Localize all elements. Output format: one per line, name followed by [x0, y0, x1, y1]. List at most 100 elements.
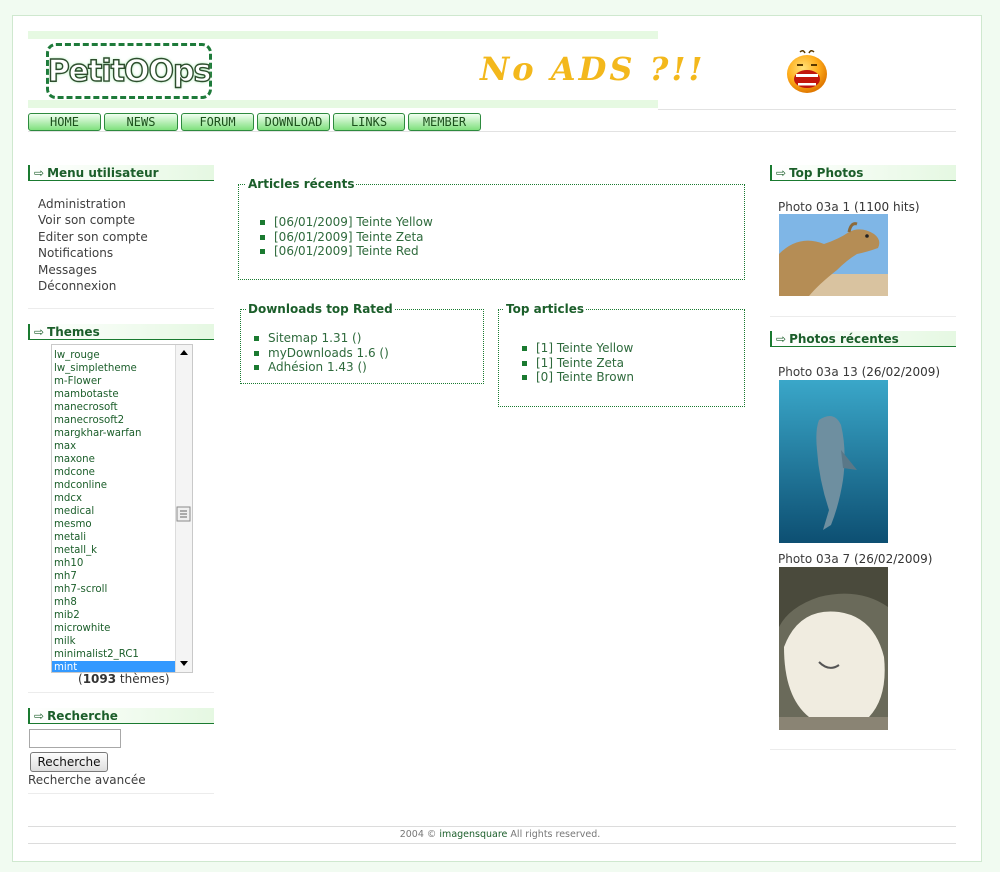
theme-option[interactable]: mdconline [52, 479, 192, 492]
theme-option[interactable]: max [52, 440, 192, 453]
themes-scrollbar[interactable] [175, 345, 192, 672]
polar-bear-photo[interactable] [779, 567, 888, 730]
search-input[interactable] [29, 729, 121, 748]
top-article-link[interactable]: [1] Teinte Zeta [522, 356, 634, 371]
block-separator [28, 692, 214, 693]
theme-option[interactable]: metall_k [52, 544, 192, 557]
nav-forum[interactable]: FORUM [181, 113, 254, 131]
block-separator [770, 749, 956, 750]
theme-option[interactable]: mh7 [52, 570, 192, 583]
footer-divider-bottom [28, 843, 956, 844]
search-button[interactable]: Recherche [30, 752, 108, 772]
theme-option[interactable]: minimalist2_RC1 [52, 648, 192, 661]
count-number: 1093 [82, 672, 117, 686]
top-article-link[interactable]: [1] Teinte Yellow [522, 341, 634, 356]
theme-option[interactable]: mh7-scroll [52, 583, 192, 596]
header-stripe-top [28, 31, 658, 39]
scroll-up-arrow-icon[interactable] [180, 350, 188, 355]
photo-link[interactable]: Photo 03a 13 [778, 365, 858, 379]
theme-option[interactable]: metali [52, 531, 192, 544]
menu-item-view-account[interactable]: Voir son compte [38, 212, 148, 228]
arrow-right-icon: ⇨ [34, 325, 45, 339]
menu-item-notifications[interactable]: Notifications [38, 245, 148, 261]
article-link[interactable]: [06/01/2009] Teinte Yellow [260, 215, 433, 230]
theme-option[interactable]: mdcx [52, 492, 192, 505]
theme-option[interactable]: mesmo [52, 518, 192, 531]
top-article-link[interactable]: [0] Teinte Brown [522, 370, 634, 385]
top-articles-list: [1] Teinte Yellow [1] Teinte Zeta [0] Te… [522, 341, 634, 385]
nav-divider [28, 131, 956, 132]
menu-item-administration[interactable]: Administration [38, 196, 148, 212]
recent-articles-title: Articles récents [246, 177, 357, 191]
user-menu-title: ⇨ Menu utilisateur [28, 165, 214, 181]
footer-divider-top [28, 826, 956, 827]
search-title-text: Recherche [47, 709, 118, 723]
themes-listbox[interactable]: lw_rouge lw_simpletheme m-Flower mambotaste… [51, 344, 193, 673]
nav-download[interactable]: DOWNLOAD [257, 113, 330, 131]
theme-option[interactable]: m-Flower [52, 375, 192, 388]
menu-item-logout[interactable]: Déconnexion [38, 278, 148, 294]
arrow-right-icon: ⇨ [34, 166, 45, 180]
main-navigation: HOME NEWS FORUM DOWNLOAD LINKS MEMBER [28, 113, 481, 131]
scroll-down-arrow-icon[interactable] [180, 661, 188, 666]
top-articles-title: Top articles [504, 302, 586, 316]
theme-option[interactable]: microwhite [52, 622, 192, 635]
theme-option[interactable]: mib2 [52, 609, 192, 622]
theme-option[interactable]: milk [52, 635, 192, 648]
nav-news[interactable]: NEWS [104, 113, 178, 131]
theme-option[interactable]: medical [52, 505, 192, 518]
theme-option[interactable]: lw_rouge [52, 349, 192, 362]
recent-photos-title: ⇨ Photos récentes [770, 331, 956, 347]
theme-option[interactable]: margkhar-warfan [52, 427, 192, 440]
photo-meta: (26/02/2009) [850, 552, 933, 566]
photo-link[interactable]: Photo 03a 1 [778, 200, 850, 214]
user-menu: Administration Voir son compte Editer so… [38, 196, 148, 294]
theme-option[interactable]: mh8 [52, 596, 192, 609]
download-link[interactable]: Adhésion 1.43 () [254, 360, 389, 375]
footer-prefix: 2004 © [399, 829, 440, 840]
theme-option[interactable]: maxone [52, 453, 192, 466]
site-logo[interactable]: PetitOOps [46, 43, 212, 99]
theme-option[interactable]: mh10 [52, 557, 192, 570]
top-photo-caption: Photo 03a 1 (1100 hits) [778, 200, 920, 214]
dolphin-photo[interactable] [779, 380, 888, 543]
theme-option[interactable]: manecrosoft2 [52, 414, 192, 427]
top-photos-title-text: Top Photos [789, 166, 864, 180]
nav-home[interactable]: HOME [28, 113, 101, 131]
block-separator [28, 793, 214, 794]
photo-meta: (26/02/2009) [857, 365, 941, 379]
search-title: ⇨ Recherche [28, 708, 214, 724]
top-photos-title: ⇨ Top Photos [770, 165, 956, 181]
recent-photo-caption: Photo 03a 13 (26/02/2009) [778, 365, 940, 379]
theme-option[interactable]: manecrosoft [52, 401, 192, 414]
nav-member[interactable]: MEMBER [408, 113, 481, 131]
menu-item-messages[interactable]: Messages [38, 262, 148, 278]
advanced-search-link[interactable]: Recherche avancée [28, 773, 146, 787]
themes-title: ⇨ Themes [28, 324, 214, 340]
footer-text: 2004 © imagensquare All rights reserved. [0, 829, 1000, 840]
themes-title-text: Themes [47, 325, 100, 339]
nav-links[interactable]: LINKS [333, 113, 405, 131]
header-divider [658, 109, 956, 110]
user-menu-title-text: Menu utilisateur [47, 166, 159, 180]
theme-option[interactable]: mdcone [52, 466, 192, 479]
photo-link[interactable]: Photo 03a 7 [778, 552, 850, 566]
downloads-list: Sitemap 1.31 () myDownloads 1.6 () Adhés… [254, 331, 389, 375]
theme-option[interactable]: mambotaste [52, 388, 192, 401]
downloads-top-box: Sitemap 1.31 () myDownloads 1.6 () Adhés… [240, 309, 484, 384]
download-link[interactable]: myDownloads 1.6 () [254, 346, 389, 361]
article-link[interactable]: [06/01/2009] Teinte Zeta [260, 230, 433, 245]
arrow-right-icon: ⇨ [776, 166, 787, 180]
camel-photo[interactable] [779, 214, 888, 296]
article-link[interactable]: [06/01/2009] Teinte Red [260, 244, 433, 259]
menu-item-edit-account[interactable]: Editer son compte [38, 229, 148, 245]
footer-brand-link[interactable]: imagensquare [439, 829, 507, 840]
header-slogan: No ADS ?!! [480, 50, 706, 88]
download-link[interactable]: Sitemap 1.31 () [254, 331, 389, 346]
themes-list: lw_rouge lw_simpletheme m-Flower mambotaste… [52, 349, 192, 672]
footer-suffix: All rights reserved. [507, 829, 601, 840]
theme-option[interactable]: lw_simpletheme [52, 362, 192, 375]
arrow-right-icon: ⇨ [776, 332, 787, 346]
top-articles-box: [1] Teinte Yellow [1] Teinte Zeta [0] Te… [498, 309, 745, 407]
shouting-smiley-icon [787, 49, 827, 93]
